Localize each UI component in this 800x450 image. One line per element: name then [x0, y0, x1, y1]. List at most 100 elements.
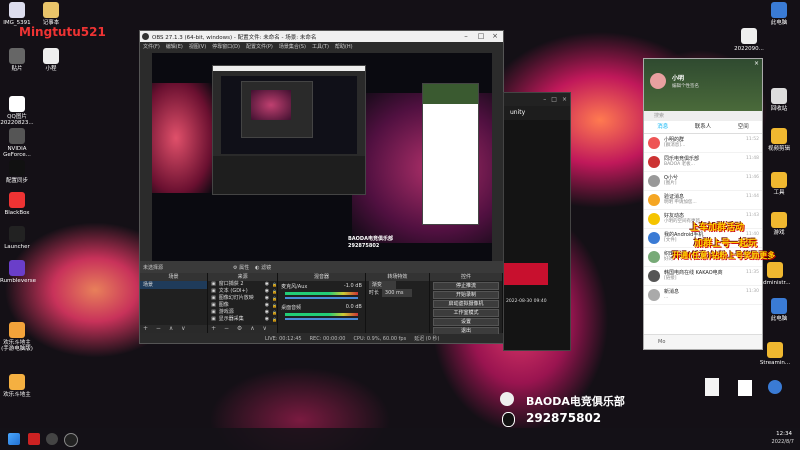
visibility-eye-icon[interactable]: ◉	[265, 309, 269, 316]
menu-item[interactable]: 文件(F)	[143, 43, 160, 50]
obs-titlebar[interactable]: OBS 27.1.3 (64-bit, windows) - 配置文件: 未命名…	[140, 31, 503, 42]
desktop-icon[interactable]: 配置同步	[0, 160, 34, 184]
scene-item[interactable]: 场景	[140, 281, 208, 289]
source-item[interactable]: ▣ 文本 (GDI+) ◉ 🔒	[208, 288, 277, 295]
maximize-icon[interactable]: □	[474, 31, 488, 42]
desktop-icon-label: Streamin...	[759, 360, 791, 366]
overlay-date: 2022-08-30 09:40	[506, 299, 547, 304]
obs-taskbar-icon[interactable]	[64, 433, 78, 447]
desktop-app-icon[interactable]	[768, 380, 782, 394]
visibility-eye-icon[interactable]: ◉	[265, 316, 269, 323]
desktop-icon[interactable]: 回收站	[762, 88, 796, 112]
mixer-channel[interactable]: 麦克风/Aux -1.0 dB	[278, 281, 365, 302]
volume-slider[interactable]	[285, 297, 358, 299]
maximize-icon[interactable]: □	[551, 96, 557, 103]
source-item[interactable]: ▣ 图像幻灯片放映 ◉ 🔒	[208, 295, 277, 302]
menu-item[interactable]: 场景集合(S)	[279, 43, 306, 50]
volume-slider[interactable]	[285, 318, 358, 320]
desktop-icon[interactable]: 视频剪辑	[762, 128, 796, 152]
lock-icon[interactable]: 🔒	[272, 288, 277, 295]
desktop-icon[interactable]: NVIDIA GeForce...	[0, 128, 34, 158]
visibility-eye-icon[interactable]: ◉	[265, 281, 269, 288]
control-button[interactable]: 开始录制	[433, 291, 499, 299]
visibility-eye-icon[interactable]: ◉	[265, 288, 269, 295]
controls-list: 停止推流 开始录制 启动虚拟摄像机 工作室模式 设置 退出	[430, 282, 502, 335]
desktop-icon[interactable]: IMG_5391	[0, 2, 34, 26]
desktop-icon[interactable]: 欢乐斗地主(手游电脑版)	[0, 322, 34, 352]
desktop-icon[interactable]: 2022090...	[732, 28, 766, 52]
sources-controls[interactable]: + − ⚙ ∧ ∨	[208, 325, 278, 333]
menu-item[interactable]: 停靠窗口(D)	[212, 43, 240, 50]
menu-item[interactable]: 帮助(H)	[335, 43, 353, 50]
duration-field[interactable]: 时长 300 ms	[366, 289, 429, 297]
desktop-icon[interactable]: 游戏	[762, 212, 796, 236]
desktop-icon[interactable]: BlackBox	[0, 192, 34, 216]
desktop-icon[interactable]: 工具	[762, 172, 796, 196]
desktop-icon[interactable]: Rumbleverse	[0, 260, 36, 284]
scenes-controls[interactable]: + − ∧ ∨	[140, 325, 208, 333]
control-button[interactable]: 停止推流	[433, 282, 499, 290]
qq-conversation-item[interactable]: 验证消息 明明 申请加您... 11:44	[644, 191, 762, 210]
qq-window[interactable]: 小明 编辑个性签名 × 搜索 消息 联系人 空间 小明的群 [群消息]... 11:52…	[643, 58, 763, 350]
obs-window[interactable]: OBS 27.1.3 (64-bit, windows) - 配置文件: 未命名…	[139, 30, 504, 344]
desktop-icon[interactable]: 记事本	[34, 2, 68, 26]
qq-conversation-item[interactable]: 同乐电竞俱乐部 BADOA 老板... 11:48	[644, 153, 762, 172]
desktop-file-icon[interactable]	[738, 380, 752, 396]
source-item[interactable]: ▣ 显示器采集 ◉ 🔒	[208, 316, 277, 323]
source-item[interactable]: ▣ 图像 ◉ 🔒	[208, 302, 277, 309]
qq-signature[interactable]: 编辑个性签名	[672, 83, 699, 89]
qq-conversation-item[interactable]: Q小兮 [图片] 11:46	[644, 172, 762, 191]
red-banner	[504, 263, 548, 285]
app-icon[interactable]	[28, 433, 40, 445]
lock-icon[interactable]: 🔒	[272, 316, 277, 323]
conversation-time: 11:35	[746, 270, 759, 275]
mixer-channel[interactable]: 桌面音频 0.0 dB	[278, 302, 365, 323]
minimize-icon[interactable]: –	[459, 31, 473, 42]
visibility-eye-icon[interactable]: ◉	[265, 302, 269, 309]
obs-preview[interactable]: BAODA电竞俱乐部 292875802	[152, 53, 492, 261]
qq-search-input[interactable]: 搜索	[644, 111, 762, 121]
menu-item[interactable]: 编辑(E)	[166, 43, 183, 50]
desktop-icon[interactable]: 小程	[34, 48, 68, 72]
desktop-icon[interactable]: Streamin...	[758, 342, 792, 366]
qq-tab[interactable]: 消息	[657, 121, 668, 133]
menu-item[interactable]: 工具(T)	[312, 43, 329, 50]
close-icon[interactable]: ×	[488, 31, 502, 42]
control-button[interactable]: 启动虚拟摄像机	[433, 300, 499, 308]
desktop-file-icon[interactable]	[705, 378, 719, 396]
qq-tab[interactable]: 联系人	[695, 121, 712, 133]
qq-tab[interactable]: 空间	[738, 121, 749, 133]
visibility-eye-icon[interactable]: ◉	[265, 295, 269, 302]
qq-conversation-item[interactable]: 新消息... 11:30	[644, 286, 762, 305]
source-item[interactable]: ▣ 游戏源 ◉ 🔒	[208, 309, 277, 316]
qq-conversation-item[interactable]: 小明的群 [群消息]... 11:52	[644, 134, 762, 153]
filters-button[interactable]: ◐ 滤镜	[255, 264, 271, 271]
control-button[interactable]: 工作室模式	[433, 309, 499, 317]
desktop-icon[interactable]: 此电脑	[762, 298, 796, 322]
qq-close-icon[interactable]: ×	[754, 60, 759, 67]
windows-start-icon[interactable]	[8, 433, 20, 445]
menu-item[interactable]: 配置文件(P)	[246, 43, 273, 50]
scenes-header: 场景	[140, 273, 208, 281]
menu-item[interactable]: 视图(V)	[189, 43, 206, 50]
close-icon[interactable]: ×	[562, 96, 567, 103]
lock-icon[interactable]: 🔒	[272, 281, 277, 288]
desktop-icon[interactable]: Administr...	[758, 262, 792, 286]
unity-window[interactable]: – □ × unity 2022-08-30 09:40	[503, 92, 571, 351]
source-item[interactable]: ▣ 窗口捕获 2 ◉ 🔒	[208, 281, 277, 288]
desktop-icon[interactable]: QQ图片20220823...	[0, 96, 34, 126]
desktop-icon[interactable]: Launcher	[0, 226, 34, 250]
qq-conversation-item[interactable]: 韩国电商在线 KAKAO电商 [链接] 11:35	[644, 267, 762, 286]
lock-icon[interactable]: 🔒	[272, 295, 277, 302]
transition-select[interactable]: 渐变	[366, 281, 429, 289]
minimize-icon[interactable]: –	[543, 96, 546, 103]
lock-icon[interactable]: 🔒	[272, 302, 277, 309]
desktop-icon[interactable]: 欢乐斗地主	[0, 374, 34, 398]
desktop-icon[interactable]: 贴片	[0, 48, 34, 72]
avatar[interactable]	[650, 73, 666, 89]
control-button[interactable]: 设置	[433, 318, 499, 326]
lock-icon[interactable]: 🔒	[272, 309, 277, 316]
app-icon[interactable]	[46, 433, 58, 445]
desktop-icon[interactable]: 此电脑	[762, 2, 796, 26]
properties-button[interactable]: ⚙ 属性	[233, 264, 249, 271]
